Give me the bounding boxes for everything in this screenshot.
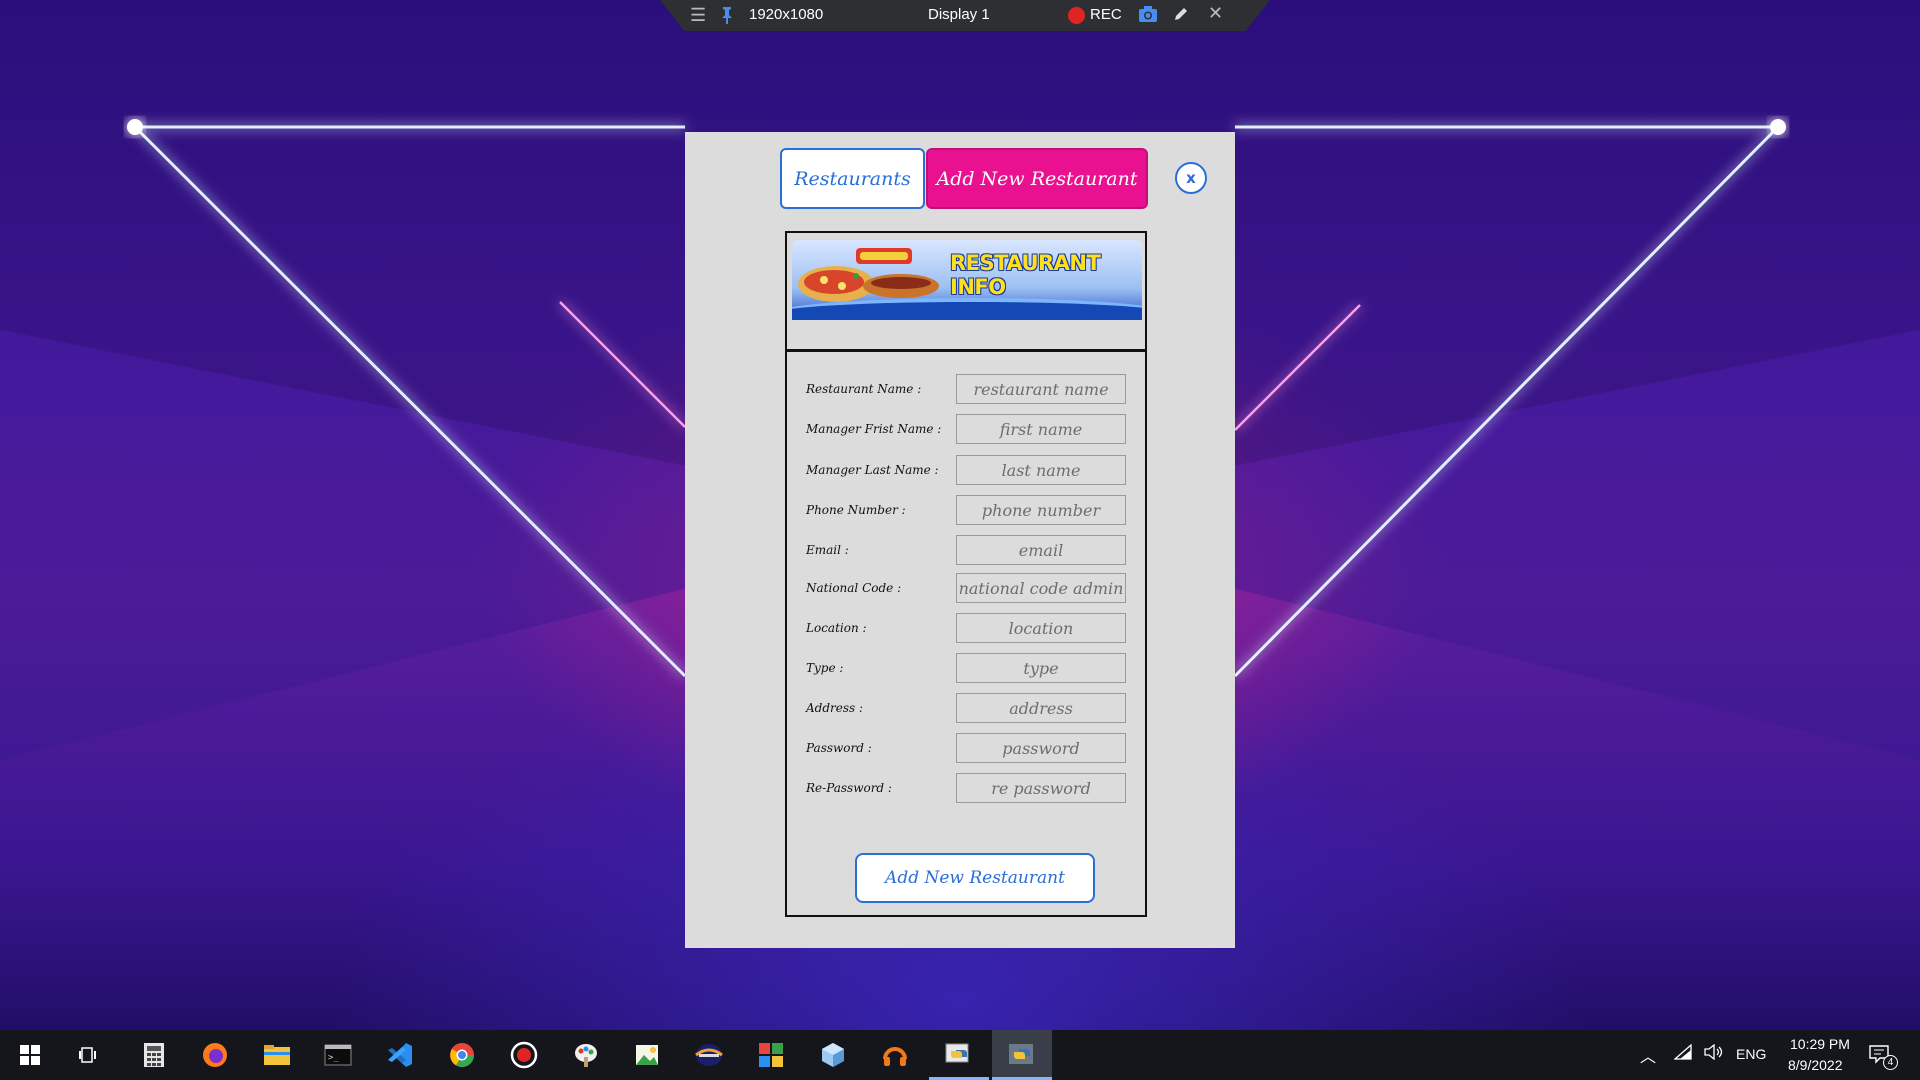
calculator-icon[interactable] [124, 1030, 184, 1080]
chrome-icon[interactable] [432, 1030, 492, 1080]
resolution-label: 1920x1080 [749, 6, 824, 23]
terminal-icon[interactable]: >_ [308, 1030, 368, 1080]
clock-date[interactable]: 8/9/2022 [1788, 1057, 1843, 1073]
windows-start-icon[interactable] [0, 1030, 60, 1080]
record-dot-icon [1068, 7, 1085, 24]
food-image-icon [798, 248, 939, 302]
recorder-toolbar: ☰ 1920x1080 Display 1 REC ✕ [660, 0, 1270, 31]
form-row-location: Location : [787, 613, 1145, 643]
paint-icon[interactable] [556, 1030, 616, 1080]
box-icon[interactable] [803, 1030, 863, 1080]
form-row-re-password: Re-Password : [787, 773, 1145, 803]
form-row-phone-number: Phone Number : [787, 495, 1145, 525]
location-label: Location : [806, 621, 867, 635]
rec-label[interactable]: REC [1090, 6, 1122, 23]
image-editor-icon[interactable] [617, 1030, 677, 1080]
email-input[interactable] [956, 535, 1126, 565]
windows-tiles-icon[interactable] [741, 1030, 801, 1080]
obs-record-icon[interactable] [494, 1030, 554, 1080]
close-icon[interactable]: ✕ [1208, 3, 1223, 24]
language-indicator[interactable]: ENG [1736, 1046, 1766, 1062]
system-tray: ︿ ENG 10:29 PM 8/9/2022 4 [1600, 1030, 1920, 1080]
re-password-input[interactable] [956, 773, 1126, 803]
national-code-input[interactable] [956, 573, 1126, 603]
form-row-manager-first-name: Manager Frist Name : [787, 414, 1145, 444]
tab-add-new-restaurant[interactable]: Add New Restaurant [926, 148, 1148, 209]
hamburger-icon[interactable]: ☰ [690, 5, 706, 26]
svg-text:>_: >_ [328, 1053, 339, 1063]
clock-time[interactable]: 10:29 PM [1790, 1036, 1850, 1052]
type-input[interactable] [956, 653, 1126, 683]
file-explorer-icon[interactable] [247, 1030, 307, 1080]
chevron-up-icon[interactable]: ︿ [1640, 1043, 1656, 1067]
banner-title: RESTAURANT INFO [950, 251, 1101, 299]
phone-number-label: Phone Number : [806, 503, 906, 517]
form-row-national-code: National Code : [787, 573, 1145, 603]
vscode-icon[interactable] [370, 1030, 430, 1080]
form-row-password: Password : [787, 733, 1145, 763]
manager-last-name-label: Manager Last Name : [806, 463, 939, 477]
add-new-restaurant-button[interactable]: Add New Restaurant [855, 853, 1095, 903]
type-label: Type : [806, 661, 844, 675]
address-label: Address : [806, 701, 864, 715]
password-label: Password : [806, 741, 872, 755]
manager-first-name-label: Manager Frist Name : [806, 422, 942, 436]
app-icon[interactable] [679, 1030, 739, 1080]
python-app-icon[interactable] [992, 1030, 1052, 1080]
restaurant-name-label: Restaurant Name : [806, 382, 922, 396]
form-row-restaurant-name: Restaurant Name : [787, 374, 1145, 404]
address-input[interactable] [956, 693, 1126, 723]
pin-icon[interactable] [720, 6, 734, 28]
display-label[interactable]: Display 1 [928, 6, 990, 23]
password-input[interactable] [956, 733, 1126, 763]
form-row-address: Address : [787, 693, 1145, 723]
taskbar: >_ ︿ ENG 10:29 PM 8/9/2022 4 [0, 1030, 1920, 1080]
manager-last-name-input[interactable] [956, 455, 1126, 485]
restaurant-form: Restaurant Name : Manager Frist Name : M… [785, 350, 1147, 917]
email-label: Email : [806, 543, 849, 557]
pen-icon[interactable] [1172, 5, 1190, 27]
firefox-icon[interactable] [185, 1030, 245, 1080]
restaurant-name-input[interactable] [956, 374, 1126, 404]
national-code-label: National Code : [806, 581, 902, 595]
close-button[interactable]: x [1175, 162, 1207, 194]
form-row-type: Type : [787, 653, 1145, 683]
headphones-icon[interactable] [865, 1030, 925, 1080]
camera-icon[interactable] [1138, 5, 1158, 27]
wifi-icon[interactable] [1673, 1043, 1692, 1064]
tab-restaurants[interactable]: Restaurants [780, 148, 925, 209]
re-password-label: Re-Password : [806, 781, 892, 795]
task-view-icon[interactable] [59, 1030, 119, 1080]
banner-frame: RESTAURANT INFO [785, 231, 1147, 351]
volume-icon[interactable] [1704, 1043, 1724, 1064]
phone-number-input[interactable] [956, 495, 1126, 525]
form-row-email: Email : [787, 535, 1145, 565]
notification-count-badge: 4 [1883, 1055, 1898, 1070]
manager-first-name-input[interactable] [956, 414, 1126, 444]
form-row-manager-last-name: Manager Last Name : [787, 455, 1145, 485]
restaurant-info-banner: RESTAURANT INFO [792, 240, 1142, 320]
python-idle-icon[interactable] [929, 1030, 989, 1080]
location-input[interactable] [956, 613, 1126, 643]
restaurant-app-window: Restaurants Add New Restaurant x RESTAUR… [685, 132, 1235, 948]
